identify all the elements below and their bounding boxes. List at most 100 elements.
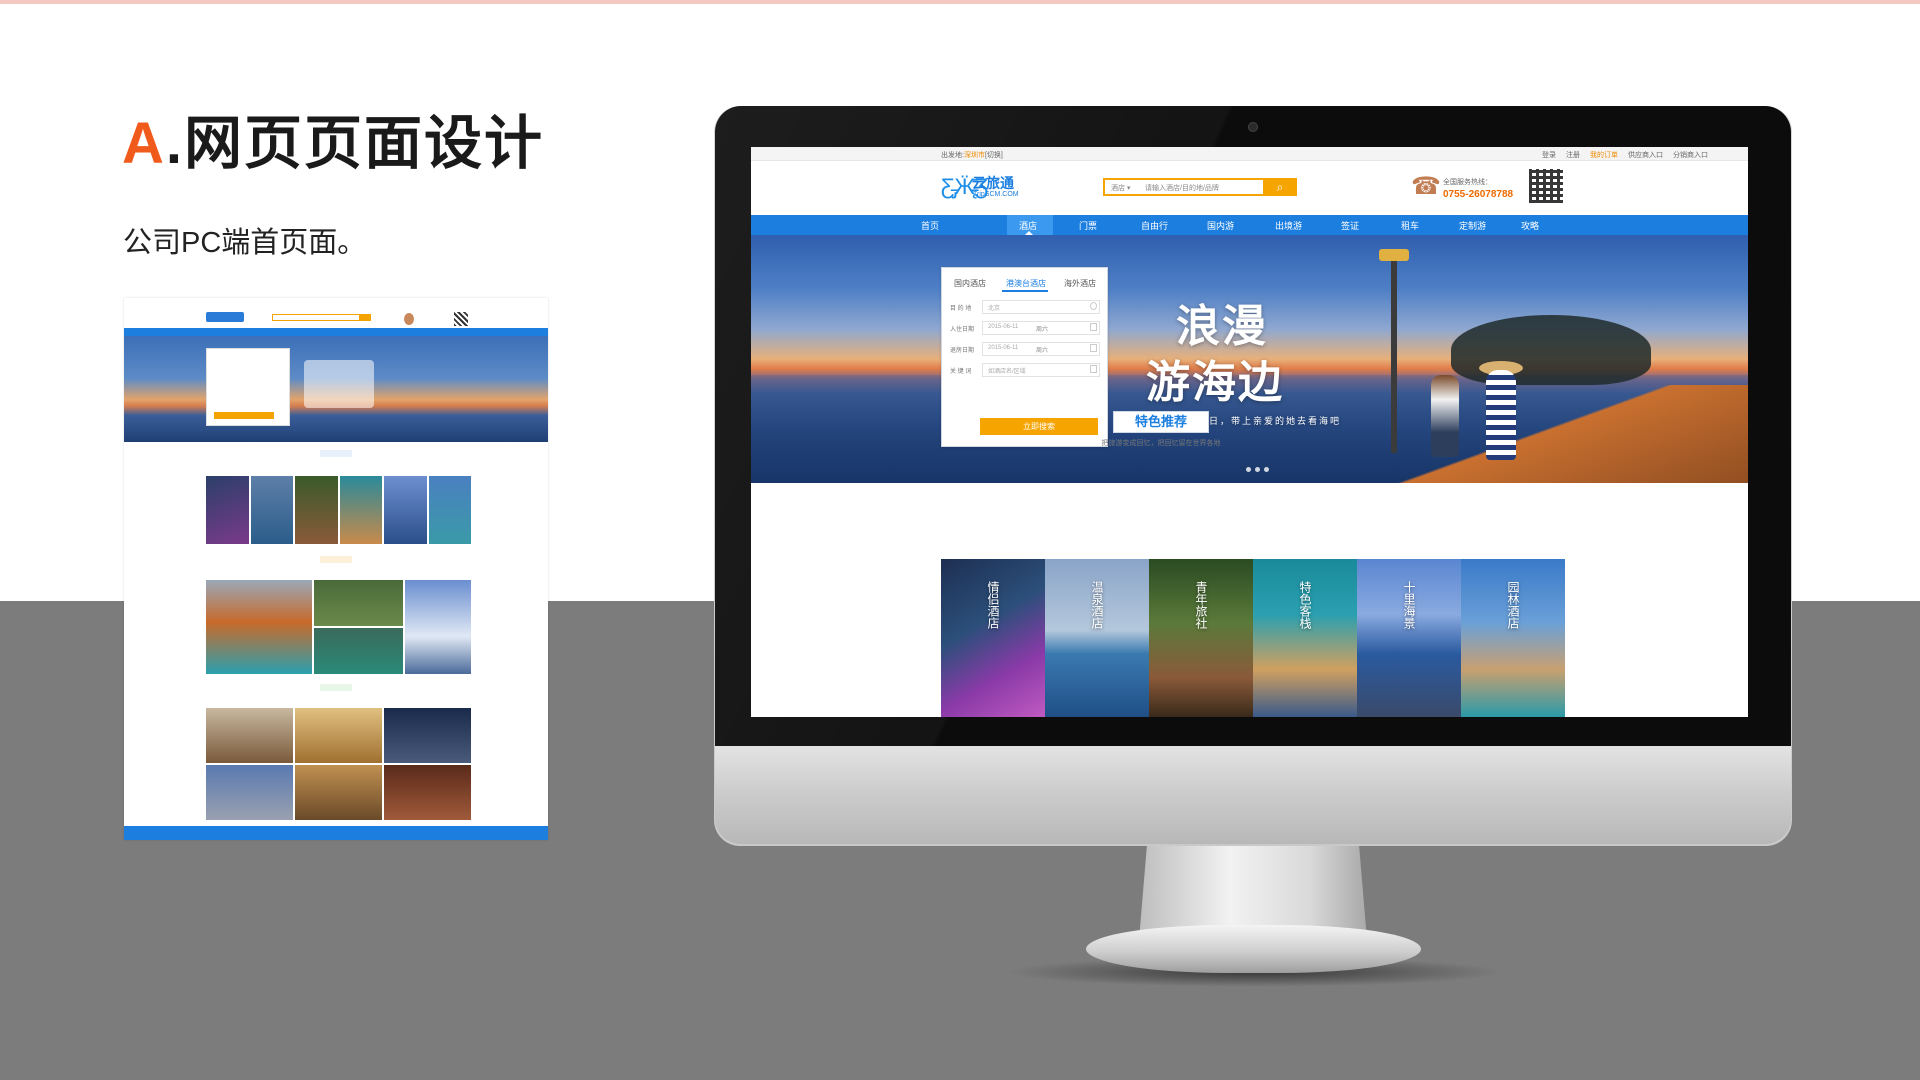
logo-domain: TripSCM.COM bbox=[973, 191, 1019, 198]
booking-tabs: 国内酒店 港澳台酒店 海外酒店 bbox=[942, 276, 1109, 292]
featured-section-subtitle: 把旅游变成回忆，把回忆留在世界各地 bbox=[1101, 440, 1221, 447]
thumb-destinations-grid bbox=[206, 580, 471, 674]
distributor-entry-link[interactable]: 分销商入口 bbox=[1673, 150, 1708, 160]
top-accent-line bbox=[0, 0, 1920, 4]
title-letter: A bbox=[122, 111, 166, 176]
thumb-tile bbox=[339, 476, 382, 544]
tile-label: 温泉酒店 bbox=[1090, 581, 1104, 629]
slogan-line-1: 浪漫 bbox=[1176, 301, 1268, 352]
keyword-placeholder: 如酒店名/区域 bbox=[988, 369, 1026, 375]
site-logo[interactable]: Ƹ̵̡Ӝ̵̨̄Ʒ 云旅通 TripSCM.COM bbox=[941, 173, 1031, 203]
monitor-stand-base bbox=[1086, 925, 1421, 973]
register-link[interactable]: 注册 bbox=[1566, 150, 1580, 160]
thumb-tile bbox=[404, 580, 471, 674]
thumb-tile bbox=[295, 765, 382, 820]
nav-item-domestic[interactable]: 国内游 bbox=[1207, 219, 1234, 232]
monitor-chin bbox=[715, 746, 1791, 844]
location-selector[interactable]: 出发地:深圳市[切换] bbox=[941, 150, 1003, 160]
banner-island bbox=[1451, 315, 1651, 385]
search-input[interactable]: 请输入酒店/目的地/品牌 bbox=[1145, 183, 1219, 193]
thumb-search-button bbox=[359, 314, 371, 321]
service-phone: 0755-26078788 bbox=[1443, 189, 1514, 200]
homepage-thumbnail bbox=[124, 298, 548, 840]
tile-hot-spring-hotel[interactable]: 温泉酒店 bbox=[1045, 559, 1149, 717]
featured-tiles: 情侣酒店 温泉酒店 青年旅社 特色客栈 十里海景 园林酒店 bbox=[941, 559, 1565, 717]
thumb-tile bbox=[206, 580, 313, 674]
my-orders-link[interactable]: 我的订单 bbox=[1590, 150, 1618, 160]
checkin-weekday: 周六 bbox=[1036, 327, 1049, 333]
tile-seaview-hotel[interactable]: 十里海景 bbox=[1357, 559, 1461, 717]
destination-label: 目 的 地 bbox=[950, 306, 972, 312]
search-bar: 酒店 ▾ 请输入酒店/目的地/品牌 bbox=[1103, 178, 1265, 196]
qr-code-icon bbox=[1529, 169, 1563, 203]
keyword-row: 关 键 词 如酒店名/区域 bbox=[950, 363, 1100, 377]
thumb-tile bbox=[314, 628, 403, 674]
hotel-booking-form: 国内酒店 港澳台酒店 海外酒店 目 的 地 北京 入住日期 2015-06-11… bbox=[941, 267, 1108, 447]
tile-youth-hostel[interactable]: 青年旅社 bbox=[1149, 559, 1253, 717]
thumb-tile bbox=[206, 708, 293, 763]
location-pin-icon bbox=[1090, 302, 1097, 310]
supplier-entry-link[interactable]: 供应商入口 bbox=[1628, 150, 1663, 160]
thumb-logo bbox=[206, 312, 244, 322]
checkin-value: 2015-06-11 bbox=[988, 324, 1019, 330]
thumb-tile bbox=[314, 580, 403, 626]
tab-hk-macau-taiwan-hotels[interactable]: 港澳台酒店 bbox=[1006, 278, 1046, 289]
carousel-dot[interactable] bbox=[1264, 467, 1269, 472]
service-label: 全国服务热线： bbox=[1443, 179, 1492, 186]
destination-value: 北京 bbox=[988, 306, 1001, 312]
nav-item-outbound[interactable]: 出境游 bbox=[1275, 219, 1302, 232]
search-button[interactable]: ⌕ bbox=[1263, 178, 1297, 196]
butterfly-logo-icon: Ƹ̵̡Ӝ̵̨̄Ʒ bbox=[941, 174, 989, 199]
login-link[interactable]: 登录 bbox=[1542, 150, 1556, 160]
calendar-icon bbox=[1090, 323, 1097, 331]
banner-lamp-head bbox=[1379, 249, 1409, 261]
thumb-tile bbox=[384, 765, 471, 820]
tile-label: 情侣酒店 bbox=[986, 581, 1000, 629]
location-switch-link[interactable]: [切换] bbox=[985, 152, 1003, 159]
nav-item-car-rental[interactable]: 租车 bbox=[1401, 219, 1419, 232]
nav-item-hotel[interactable]: 酒店 bbox=[1019, 219, 1037, 232]
tile-boutique-inn[interactable]: 特色客栈 bbox=[1253, 559, 1357, 717]
title-text: .网页页面设计 bbox=[165, 111, 545, 176]
thumb-hotels-grid bbox=[206, 708, 471, 820]
slogan-line-2: 游海边 bbox=[1146, 357, 1284, 408]
tab-domestic-hotels[interactable]: 国内酒店 bbox=[954, 278, 986, 289]
thumb-section-title bbox=[320, 450, 352, 457]
thumb-nav bbox=[124, 328, 548, 336]
thumb-tile bbox=[384, 708, 471, 763]
tile-couple-hotel[interactable]: 情侣酒店 bbox=[941, 559, 1045, 717]
nav-item-custom-tour[interactable]: 定制游 bbox=[1459, 219, 1486, 232]
nav-item-free-travel[interactable]: 自由行 bbox=[1141, 219, 1168, 232]
carousel-dot[interactable] bbox=[1255, 467, 1260, 472]
thumb-section-title bbox=[320, 684, 352, 691]
main-nav: 首页 酒店 门票 自由行 国内游 出境游 签证 租车 定制游 攻略 bbox=[751, 215, 1748, 235]
search-now-button[interactable]: 立即搜索 bbox=[980, 418, 1098, 435]
tab-overseas-hotels[interactable]: 海外酒店 bbox=[1064, 278, 1096, 289]
carousel-dot[interactable] bbox=[1246, 467, 1251, 472]
nav-item-home[interactable]: 首页 bbox=[921, 219, 939, 232]
slide-title: A.网页页面设计 bbox=[122, 96, 544, 180]
thumb-banner-slogan bbox=[304, 360, 374, 408]
carousel-dots bbox=[1246, 467, 1269, 472]
checkout-row: 退房日期 2015-06-11 周六 bbox=[950, 342, 1100, 356]
tile-garden-hotel[interactable]: 园林酒店 bbox=[1461, 559, 1565, 717]
tile-label: 特色客栈 bbox=[1298, 581, 1312, 629]
nav-item-tickets[interactable]: 门票 bbox=[1079, 219, 1097, 232]
banner-slogan: 浪漫 游海边 浪漫夏日，带上亲爱的她去看海吧 bbox=[1146, 290, 1406, 427]
location-value: 深圳市 bbox=[963, 152, 985, 159]
tile-label: 十里海景 bbox=[1402, 581, 1416, 629]
search-category-select[interactable]: 酒店 ▾ bbox=[1111, 183, 1130, 193]
list-icon bbox=[1090, 365, 1097, 373]
checkout-value: 2015-06-11 bbox=[988, 345, 1019, 351]
checkin-row: 入住日期 2015-06-11 周六 bbox=[950, 321, 1100, 335]
checkin-label: 入住日期 bbox=[950, 327, 975, 333]
thumb-agent-icon bbox=[404, 313, 414, 325]
nav-item-guides[interactable]: 攻略 bbox=[1521, 219, 1539, 232]
destination-row: 目 的 地 北京 bbox=[950, 300, 1100, 314]
thumb-tile bbox=[295, 476, 338, 544]
nav-item-visa[interactable]: 签证 bbox=[1341, 219, 1359, 232]
thumb-tile bbox=[384, 476, 427, 544]
thumb-booking-button bbox=[214, 412, 274, 419]
tile-label: 园林酒店 bbox=[1506, 581, 1520, 629]
thumb-header bbox=[124, 304, 548, 326]
